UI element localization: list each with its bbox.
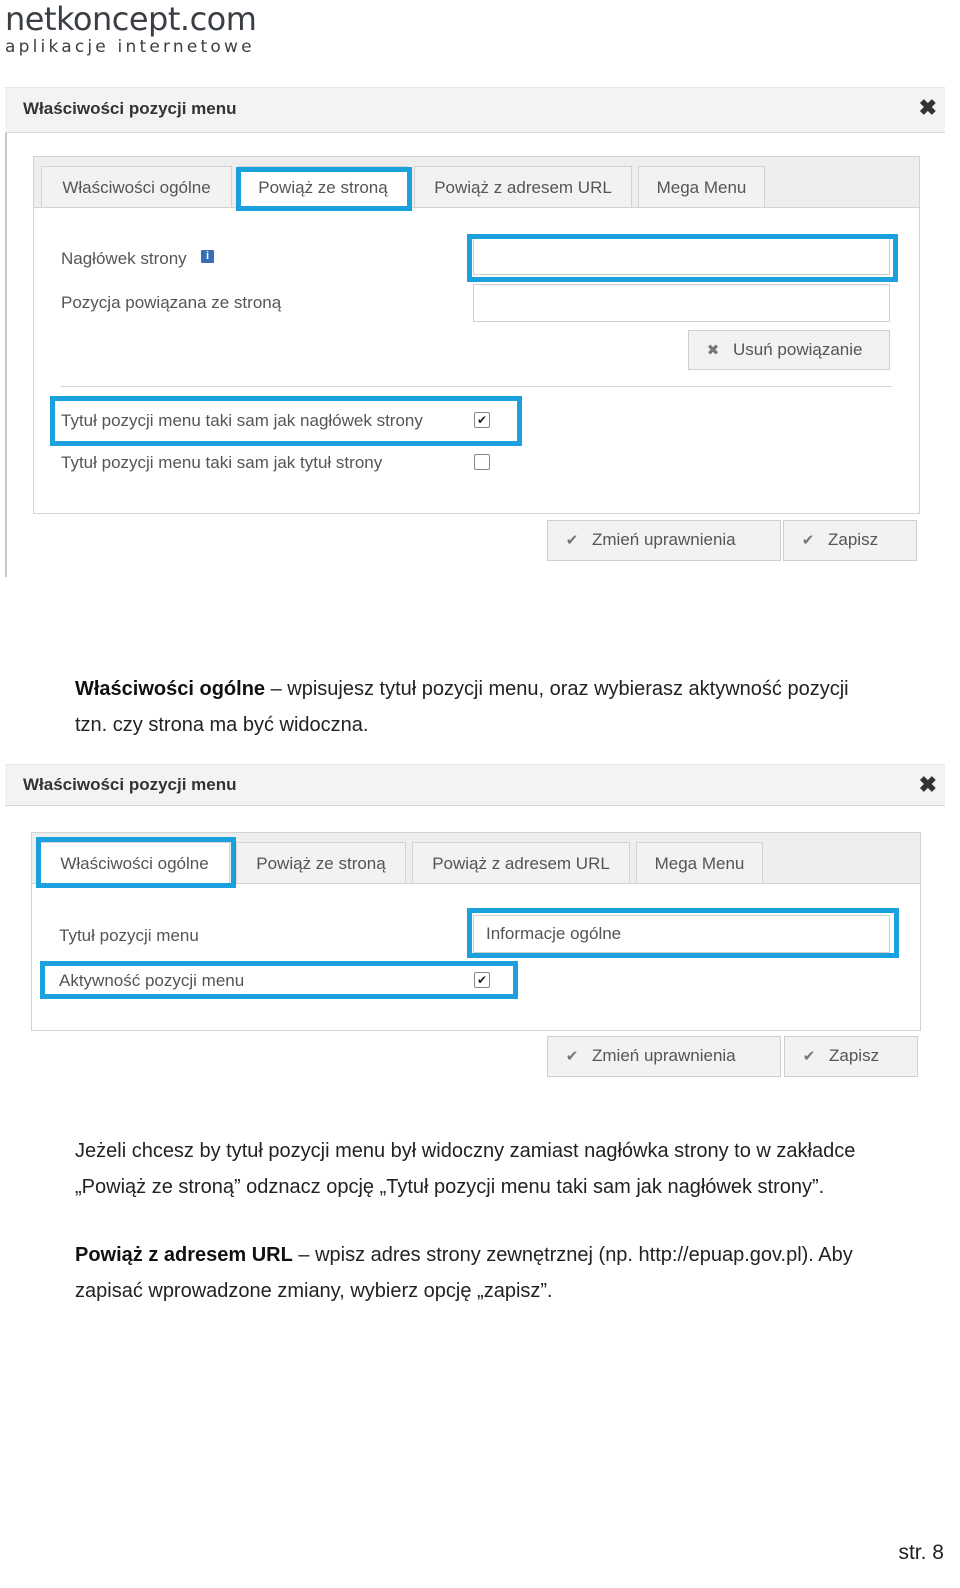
same-as-title-checkbox[interactable] <box>474 454 490 470</box>
close-icon[interactable]: ✖ <box>919 96 937 120</box>
tab-link-page[interactable]: Powiąż ze stroną <box>236 842 406 883</box>
save-label: Zapisz <box>828 530 879 549</box>
same-as-title-label: Tytuł pozycji menu taki sam jak tytuł st… <box>61 453 383 472</box>
change-permissions-label: Zmień uprawnienia <box>592 1046 736 1065</box>
info-icon[interactable]: i <box>201 250 214 263</box>
tab-link-url[interactable]: Powiąż z adresem URL <box>412 842 630 883</box>
highlight-active-row <box>40 961 518 999</box>
check-icon: ✔ <box>565 1048 579 1065</box>
page-number: str. 8 <box>898 1541 944 1564</box>
link-url-text: – wpisz adres strony zewnętrznej (np. ht… <box>292 1244 853 1266</box>
highlight-title-input <box>467 908 899 958</box>
logo-main-text: netkoncept.com <box>5 0 257 38</box>
linked-position-label: Pozycja powiązana ze stroną <box>61 293 282 312</box>
logo-sub-text: aplikacje internetowe <box>5 37 255 57</box>
remove-link-label: Usuń powiązanie <box>733 340 863 359</box>
dialog-header: Właściwości pozycji menu ✖ <box>5 764 945 806</box>
dialog-header: Właściwości pozycji menu ✖ <box>5 87 945 133</box>
change-permissions-label: Zmień uprawnienia <box>592 530 736 549</box>
dialog-general: Właściwości pozycji menu ✖ Właściwości o… <box>5 764 945 1089</box>
tab-bar: Właściwości ogólne Powiąż ze stroną Powi… <box>34 157 919 208</box>
highlight-checkbox-row <box>50 396 522 446</box>
paragraph-link-page: Jeżeli chcesz by tytuł pozycji menu był … <box>75 1133 855 1205</box>
check-icon: ✔ <box>802 1048 816 1065</box>
tab-panel: Właściwości ogólne Powiąż ze stroną Powi… <box>33 156 920 514</box>
tab-mega-menu[interactable]: Mega Menu <box>636 842 763 883</box>
tab-general[interactable]: Właściwości ogólne <box>41 166 232 207</box>
link-page-line2: „Powiąż ze stroną” odznacz opcję „Tytuł … <box>75 1176 825 1198</box>
change-permissions-button[interactable]: ✔ Zmień uprawnienia <box>547 520 781 561</box>
menu-title-label: Tytuł pozycji menu <box>59 926 199 945</box>
general-text-line2: tzn. czy strona ma być widoczna. <box>75 714 369 736</box>
paragraph-link-url: Powiąż z adresem URL – wpisz adres stron… <box>75 1237 853 1309</box>
tab-mega-menu[interactable]: Mega Menu <box>638 166 765 207</box>
logo: netkoncept.com aplikacje internetowe <box>5 0 257 57</box>
highlight-tab <box>36 837 236 888</box>
change-permissions-button[interactable]: ✔ Zmień uprawnienia <box>547 1036 781 1077</box>
check-icon: ✔ <box>801 532 815 549</box>
link-url-line2: zapisać wprowadzone zmiany, wybierz opcj… <box>75 1280 553 1302</box>
save-label: Zapisz <box>829 1046 880 1065</box>
header-label: Nagłówek strony <box>61 249 187 268</box>
close-icon[interactable]: ✖ <box>919 773 937 797</box>
dialog-link-page: Właściwości pozycji menu ✖ Właściwości o… <box>5 87 945 577</box>
highlight-tab <box>236 167 412 211</box>
general-bold: Właściwości ogólne <box>75 678 266 700</box>
link-page-line1: Jeżeli chcesz by tytuł pozycji menu był … <box>75 1140 856 1162</box>
dialog-left-border <box>5 131 7 577</box>
dialog-title: Właściwości pozycji menu <box>23 775 237 794</box>
highlight-header-input <box>467 234 898 282</box>
check-icon: ✔ <box>565 532 579 549</box>
dialog-title: Właściwości pozycji menu <box>23 99 237 118</box>
general-text: – wpisujesz tytuł pozycji menu, oraz wyb… <box>265 678 849 700</box>
save-button[interactable]: ✔ Zapisz <box>784 1036 918 1077</box>
divider <box>61 386 892 387</box>
save-button[interactable]: ✔ Zapisz <box>783 520 917 561</box>
linked-position-input[interactable] <box>473 284 890 322</box>
tab-link-url[interactable]: Powiąż z adresem URL <box>414 166 632 207</box>
x-icon: ✖ <box>706 342 720 359</box>
remove-link-button[interactable]: ✖ Usuń powiązanie <box>688 330 890 370</box>
paragraph-general: Właściwości ogólne – wpisujesz tytuł poz… <box>75 671 849 743</box>
link-url-bold: Powiąż z adresem URL <box>75 1244 293 1266</box>
